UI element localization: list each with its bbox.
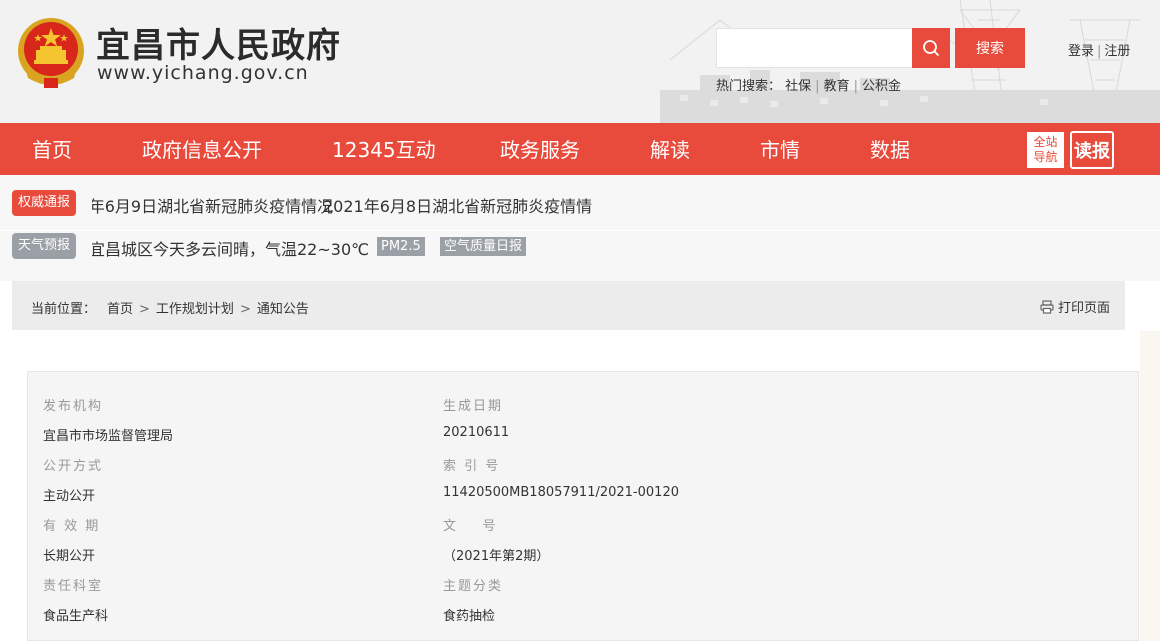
- site-title[interactable]: 宜昌市人民政府: [96, 18, 341, 67]
- notice-area: 权威通报 2021年6月9日湖北省新冠肺炎疫情情况 2021年6月8日湖北省新冠…: [0, 175, 1160, 281]
- search-button[interactable]: 搜索: [955, 28, 1025, 68]
- site-guide-line1: 全站: [1033, 135, 1058, 149]
- main-nav: 首页 政府信息公开 12345互动 政务服务 解读 市情 数据 全站 导航 读报: [0, 123, 1160, 175]
- hot-search-item[interactable]: 社保: [785, 79, 811, 94]
- open-method-label: 公开方式: [43, 459, 104, 474]
- account-links: 登录 | 注册: [1068, 40, 1130, 59]
- login-link[interactable]: 登录: [1068, 44, 1094, 59]
- breadcrumb-home[interactable]: 首页: [107, 302, 133, 317]
- separator: |: [1097, 44, 1102, 59]
- doc-number-value: （2021年第2期）: [443, 549, 550, 564]
- document-meta-table: 发布机构 生成日期 宜昌市市场监督管理局 20210611 公开方式 索 引 号…: [27, 371, 1139, 641]
- date-value: 20210611: [443, 425, 510, 440]
- site-guide-line2: 导航: [1033, 150, 1058, 164]
- site-guide-button[interactable]: 全站 导航: [1027, 132, 1064, 168]
- breadcrumb-label: 当前位置：: [31, 302, 97, 317]
- weather-ticker: 宜昌城区今天多云间晴，气温22~30℃: [92, 236, 382, 260]
- notice-ticker: 2021年6月9日湖北省新冠肺炎疫情情况 2021年6月8日湖北省新冠肺炎疫情情…: [92, 193, 592, 217]
- printer-icon: [1040, 299, 1054, 314]
- search-icon: [923, 40, 940, 57]
- print-page-button[interactable]: 打印页面: [1040, 297, 1110, 316]
- hot-search: 热门搜索： 社保 | 教育 | 公积金: [716, 79, 901, 94]
- hot-search-item[interactable]: 教育: [824, 79, 850, 94]
- breadcrumb-trail: 首页 > 工作规划计划 > 通知公告: [107, 302, 309, 317]
- breadcrumb: 当前位置： 首页 > 工作规划计划 > 通知公告 打印页面: [12, 281, 1125, 330]
- nav-item-data[interactable]: 数据: [870, 123, 910, 175]
- nav-item-interpret[interactable]: 解读: [650, 123, 690, 175]
- nav-item-12345[interactable]: 12345互动: [332, 123, 436, 175]
- publisher-value: 宜昌市市场监督管理局: [43, 429, 174, 444]
- date-label: 生成日期: [443, 399, 504, 414]
- breadcrumb-plans[interactable]: 工作规划计划: [156, 302, 234, 317]
- register-link[interactable]: 注册: [1104, 44, 1130, 59]
- index-value: 11420500MB18057911/2021-00120: [443, 485, 679, 500]
- read-newspaper-button[interactable]: 读报: [1070, 131, 1114, 169]
- print-label: 打印页面: [1057, 301, 1110, 316]
- search-input[interactable]: [716, 28, 913, 68]
- notice-link[interactable]: 2021年6月8日湖北省新冠肺炎疫情情况: [323, 193, 592, 217]
- nav-item-city[interactable]: 市情: [760, 123, 800, 175]
- department-value: 食品生产科: [43, 609, 109, 624]
- national-emblem-icon: [18, 18, 84, 88]
- hot-search-label: 热门搜索：: [716, 79, 782, 94]
- site-header: 宜昌市人民政府 www.yichang.gov.cn 搜索 登录 | 注册 热门搜索…: [0, 0, 1160, 123]
- weather-text: 宜昌城区今天多云间晴，气温22~30℃: [92, 240, 370, 259]
- breadcrumb-notices[interactable]: 通知公告: [257, 302, 309, 317]
- pm25-link[interactable]: PM2.5: [377, 237, 425, 256]
- authority-notice-tag: 权威通报: [12, 190, 77, 216]
- air-quality-link[interactable]: 空气质量日报: [440, 237, 527, 256]
- weather-tag: 天气预报: [12, 233, 77, 259]
- search-icon-button[interactable]: [912, 28, 950, 68]
- nav-item-home[interactable]: 首页: [32, 123, 72, 175]
- site-url: www.yichang.gov.cn: [97, 62, 309, 84]
- department-label: 责任科室: [43, 579, 104, 594]
- doc-number-label: 文 号: [443, 519, 498, 534]
- open-method-value: 主动公开: [43, 489, 96, 504]
- page-edge-shade: [1140, 331, 1160, 641]
- validity-label: 有 效 期: [43, 519, 101, 534]
- topic-label: 主题分类: [443, 579, 504, 594]
- publisher-label: 发布机构: [43, 399, 104, 414]
- divider: [0, 230, 1160, 231]
- validity-value: 长期公开: [43, 549, 96, 564]
- topic-value: 食药抽检: [443, 609, 496, 624]
- notice-link[interactable]: 2021年6月9日湖北省新冠肺炎疫情情况: [92, 193, 333, 217]
- nav-item-gov-info[interactable]: 政府信息公开: [142, 123, 262, 175]
- hot-search-item[interactable]: 公积金: [862, 79, 901, 94]
- nav-item-services[interactable]: 政务服务: [500, 123, 580, 175]
- index-label: 索 引 号: [443, 459, 501, 474]
